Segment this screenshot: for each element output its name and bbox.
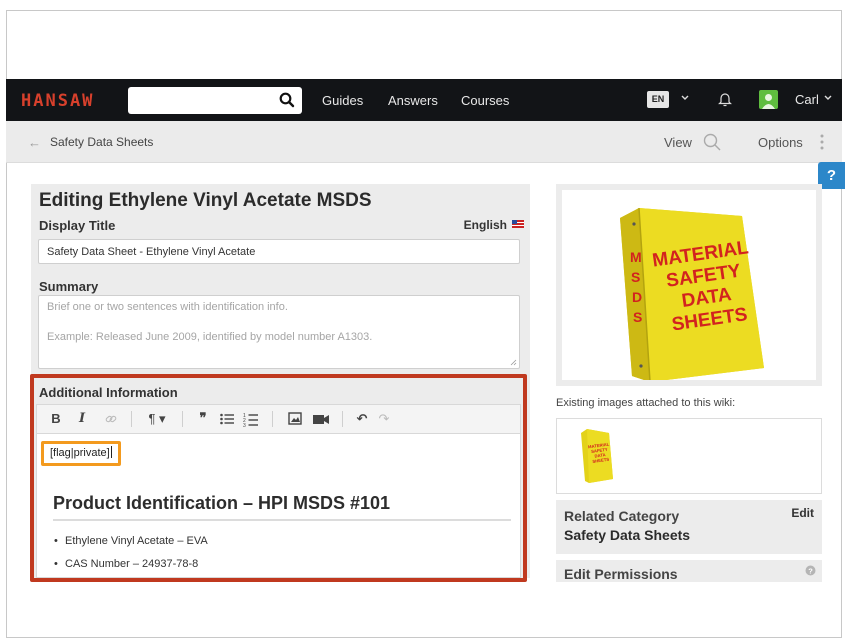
help-button[interactable]: ? bbox=[818, 162, 845, 189]
summary-textarea[interactable]: Brief one or two sentences with identifi… bbox=[38, 295, 520, 369]
kebab-menu-icon[interactable] bbox=[819, 132, 825, 152]
blockquote-icon[interactable]: ❞ bbox=[195, 410, 211, 428]
search-input[interactable] bbox=[128, 87, 302, 114]
info-icon[interactable]: ? bbox=[805, 565, 816, 576]
summary-placeholder-line2: Example: Released June 2009, identified … bbox=[47, 331, 373, 343]
editor-toolbar: B I ¶ ▾ ❞ 1 2 3 ↶ ↷ bbox=[36, 404, 521, 434]
bell-icon[interactable] bbox=[717, 90, 733, 108]
toolbar-divider bbox=[272, 411, 273, 427]
resize-grip-icon[interactable] bbox=[510, 359, 517, 366]
paragraph-format-icon[interactable]: ¶ ▾ bbox=[143, 410, 171, 428]
svg-text:3: 3 bbox=[243, 423, 246, 428]
breadcrumb-bar: ← Safety Data Sheets View Options bbox=[6, 121, 842, 163]
toolbar-divider bbox=[342, 411, 343, 427]
toolbar-divider bbox=[131, 411, 132, 427]
list-item: CAS Number – 24937-78-8 bbox=[54, 558, 198, 570]
chevron-down-icon[interactable] bbox=[679, 91, 691, 105]
main-image[interactable]: M S D S MATERIAL SAFETY DATA SHEETS bbox=[562, 190, 816, 383]
msds-binder-image: M S D S MATERIAL SAFETY DATA SHEETS bbox=[620, 207, 764, 383]
binder-spine-letter: M bbox=[630, 249, 642, 265]
numbered-list-icon[interactable]: 1 2 3 bbox=[243, 410, 259, 428]
image-icon[interactable] bbox=[287, 410, 303, 428]
user-silhouette-icon bbox=[762, 94, 775, 109]
main-image-card: M S D S MATERIAL SAFETY DATA SHEETS bbox=[556, 184, 822, 386]
site-logo[interactable]: HANSAW bbox=[21, 91, 94, 111]
view-button-label[interactable]: View bbox=[664, 135, 692, 150]
list-item: Ethylene Vinyl Acetate – EVA bbox=[54, 535, 208, 547]
us-flag-icon bbox=[512, 220, 524, 228]
display-title-value: Safety Data Sheet - Ethylene Vinyl Aceta… bbox=[47, 246, 256, 258]
user-name[interactable]: Carl bbox=[795, 92, 819, 107]
edit-permissions-card: Edit Permissions ? bbox=[556, 560, 822, 582]
toolbar-divider bbox=[182, 411, 183, 427]
back-arrow-icon[interactable]: ← bbox=[28, 135, 41, 150]
edit-permissions-label[interactable]: Edit Permissions bbox=[564, 566, 678, 582]
bullet-list-icon[interactable] bbox=[219, 410, 235, 428]
breadcrumb[interactable]: Safety Data Sheets bbox=[50, 135, 153, 149]
redo-icon[interactable]: ↷ bbox=[377, 410, 391, 428]
display-title-label: Display Title bbox=[39, 218, 116, 233]
nav-link-answers[interactable]: Answers bbox=[388, 93, 438, 108]
top-navigation-bar: HANSAW Guides Answers Courses EN Carl bbox=[6, 79, 842, 121]
flag-token-text: [flag|private] bbox=[50, 447, 110, 459]
display-title-field[interactable]: Safety Data Sheet - Ethylene Vinyl Aceta… bbox=[38, 239, 520, 264]
existing-images-panel: MATERIAL SAFETY DATA SHEETS bbox=[556, 418, 822, 494]
heading-underline bbox=[53, 519, 511, 521]
language-label: English bbox=[463, 218, 507, 232]
flag-private-token[interactable]: [flag|private] bbox=[41, 441, 121, 466]
language-indicator[interactable]: English bbox=[464, 218, 524, 232]
page-title: Editing Ethylene Vinyl Acetate MSDS bbox=[39, 190, 372, 211]
existing-images-label: Existing images attached to this wiki: bbox=[556, 397, 736, 409]
nav-link-guides[interactable]: Guides bbox=[322, 93, 363, 108]
svg-text:?: ? bbox=[808, 566, 813, 575]
nav-link-courses[interactable]: Courses bbox=[461, 93, 509, 108]
user-menu-chevron-icon[interactable] bbox=[822, 91, 834, 105]
additional-info-label: Additional Information bbox=[39, 385, 178, 400]
summary-label: Summary bbox=[39, 279, 99, 294]
additional-info-editor: Additional Information B I ¶ ▾ ❞ 1 2 3 ↶… bbox=[30, 374, 527, 582]
related-category-label: Related Category bbox=[564, 508, 680, 524]
related-category-value: Safety Data Sheets bbox=[564, 527, 691, 543]
binder-spine-letter: D bbox=[632, 289, 642, 305]
binder-spine-letter: S bbox=[633, 309, 642, 325]
bold-icon[interactable]: B bbox=[49, 410, 63, 428]
summary-placeholder-line1: Brief one or two sentences with identifi… bbox=[47, 301, 288, 313]
undo-icon[interactable]: ↶ bbox=[355, 410, 369, 428]
image-thumbnail[interactable]: MATERIAL SAFETY DATA SHEETS bbox=[575, 425, 617, 485]
related-category-card: Related Category Safety Data Sheets Edit bbox=[556, 500, 822, 554]
binder-spine-letter: S bbox=[631, 269, 640, 285]
italic-icon[interactable]: I bbox=[75, 410, 89, 428]
editor-content-area[interactable]: [flag|private] Product Identification – … bbox=[36, 434, 521, 578]
language-selector[interactable]: EN bbox=[647, 91, 669, 108]
link-icon[interactable] bbox=[103, 410, 119, 428]
edit-category-link[interactable]: Edit bbox=[791, 506, 814, 520]
avatar[interactable] bbox=[759, 90, 778, 109]
document-heading: Product Identification – HPI MSDS #101 bbox=[53, 493, 391, 513]
search-icon[interactable] bbox=[278, 91, 296, 109]
text-cursor bbox=[110, 446, 112, 458]
options-button-label[interactable]: Options bbox=[758, 135, 803, 150]
magnifier-icon[interactable] bbox=[702, 132, 722, 152]
video-camera-icon[interactable] bbox=[312, 410, 330, 428]
